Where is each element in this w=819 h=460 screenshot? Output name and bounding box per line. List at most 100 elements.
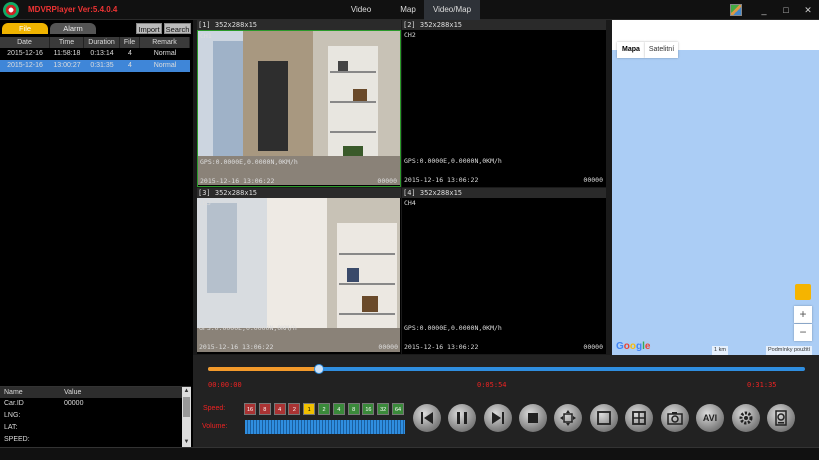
speed-option[interactable]: 2 [288,403,301,415]
prev-button[interactable] [413,404,441,432]
start-time: 00:00:00 [208,381,242,389]
volume-label: Volume: [202,423,228,430]
cell-file: 4 [128,50,132,57]
table-row-selected[interactable]: 2015-12-16 13:00:27 0:31:35 4 Normal [0,60,190,72]
cell-remark: Normal [153,50,177,57]
map-type-satellite[interactable]: Satelitní [645,42,678,58]
map-type-mapa[interactable]: Mapa [617,42,645,58]
app-title: MDVRPlayer Ver:5.4.0.4 [28,5,118,14]
cell-date: 2015-12-16 [7,50,43,57]
info-name: LNG: [4,412,21,419]
search-button[interactable]: Search [164,23,191,34]
map-view-icon[interactable] [730,4,742,16]
video-header: [1] 352x288x15 [197,20,401,30]
column-remark[interactable]: Remark [140,37,190,48]
snapshot-button[interactable] [661,404,689,432]
scroll-down-icon[interactable]: ▼ [182,438,191,447]
app-logo-icon [3,2,19,18]
speed-option[interactable]: 8 [258,403,271,415]
info-value [60,434,180,446]
column-date[interactable]: Date [0,37,50,48]
gps-overlay: GPS:0.0000E,0.0000N,0KM/h [404,157,502,165]
scroll-thumb[interactable] [183,397,190,417]
volume-slider[interactable] [245,420,405,434]
tab-alarm[interactable]: Alarm [50,23,96,34]
settings-icon [739,411,753,425]
scroll-up-icon[interactable]: ▲ [182,387,191,396]
single-view-icon [597,411,611,425]
video-channel-1[interactable]: [1] 352x288x15 CH1 GPS:0.0000E,0.0000N,0… [197,20,401,187]
cell-time: 13:00:27 [53,62,81,69]
speed-label: Speed: [203,405,226,412]
fullscreen-button[interactable] [554,404,582,432]
settings-button[interactable] [732,404,760,432]
avi-label: AVI [702,413,718,423]
quad-view-button[interactable] [625,404,653,432]
channel-label: CH2 [404,31,416,39]
menu-video-map[interactable]: Video/Map [424,0,480,20]
speed-option[interactable]: 1 [303,403,316,415]
stop-icon [528,413,538,423]
speed-option[interactable]: 4 [332,403,345,415]
table-row[interactable]: 2015-12-16 11:58:18 0:13:14 4 Normal [0,48,190,60]
map-view[interactable] [612,20,819,355]
record-button[interactable] [767,404,795,432]
info-header: Name Value [0,387,191,398]
video-header: [3] 352x288x15 [197,188,401,198]
info-row: LNG: [0,410,191,422]
frame-counter: 00000 [378,343,398,351]
next-button[interactable] [484,404,512,432]
info-panel: Name Value Car.ID 00000 LNG: LAT: SPEED:… [0,386,191,447]
current-time: 0:05:54 [477,381,507,389]
speed-option[interactable]: 4 [273,403,286,415]
pegman-icon[interactable] [795,284,811,300]
video-channel-3[interactable]: [3] 352x288x15 CH3 GPS:0.0000E,0.0000N,0… [197,188,401,354]
speed-option[interactable]: 32 [377,403,390,415]
minimize-button[interactable]: _ [753,0,775,20]
video-channel-4[interactable]: [4] 352x288x15 CH4 GPS:0.0000E,0.0000N,0… [402,188,606,354]
quad-view-icon [632,411,646,425]
video-channel-2[interactable]: [2] 352x288x15 CH2 GPS:0.0000E,0.0000N,0… [402,20,606,187]
status-bar [0,447,819,460]
close-button[interactable]: ✕ [797,0,819,20]
speed-option[interactable]: 16 [362,403,375,415]
seek-handle[interactable] [314,364,324,374]
single-view-button[interactable] [590,404,618,432]
map-terms-link[interactable]: Podmínky použití [766,346,813,355]
cell-file: 4 [128,62,132,69]
video-frame[interactable]: CH3 GPS:0.0000E,0.0000N,0KM/h 2015-12-16… [197,198,401,354]
info-row: LAT: [0,422,191,434]
video-frame[interactable]: CH2 GPS:0.0000E,0.0000N,0KM/h 2015-12-16… [402,30,606,187]
cell-duration: 0:31:35 [90,62,114,69]
video-frame[interactable]: CH1 GPS:0.0000E,0.0000N,0KM/h 2015-12-16… [197,30,401,187]
record-icon [775,410,787,426]
datetime-overlay: 2015-12-16 13:06:22 [404,343,479,351]
cell-remark: Normal [153,62,177,69]
tab-file[interactable]: File [2,23,48,34]
seek-bar[interactable] [208,367,805,371]
menu-map[interactable]: Map [394,0,422,20]
video-frame[interactable]: CH4 GPS:0.0000E,0.0000N,0KM/h 2015-12-16… [402,198,606,354]
file-table-header: Date Time Duration File Remark [0,37,190,48]
datetime-overlay: 2015-12-16 13:06:22 [199,343,274,351]
avi-export-button[interactable]: AVI [696,404,724,432]
menu-video[interactable]: Video [346,0,376,20]
maximize-button[interactable]: □ [775,0,797,20]
speed-option[interactable]: 16 [244,403,256,415]
zoom-in-button[interactable]: + [794,306,812,323]
channel-label: CH3 [199,199,211,207]
speed-option[interactable]: 8 [347,403,360,415]
column-file[interactable]: File [120,37,140,48]
speed-option[interactable]: 2 [318,403,330,415]
pause-button[interactable] [448,404,476,432]
import-button[interactable]: Import [136,23,162,34]
column-time[interactable]: Time [50,37,84,48]
column-duration[interactable]: Duration [84,37,120,48]
info-scrollbar[interactable]: ▲ ▼ [182,387,191,447]
gps-overlay: GPS:0.0000E,0.0000N,0KM/h [404,324,502,332]
zoom-out-button[interactable]: − [794,324,812,341]
speed-option[interactable]: 64 [392,403,404,415]
info-value [60,422,180,434]
stop-button[interactable] [519,404,547,432]
snapshot-icon [667,412,683,425]
